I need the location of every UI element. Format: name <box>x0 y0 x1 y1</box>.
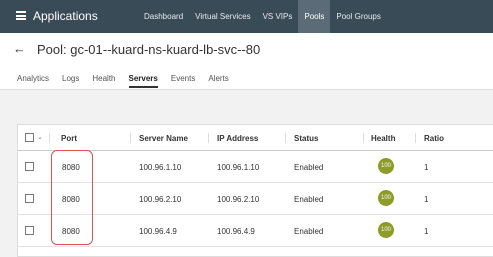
column-divider <box>49 133 50 143</box>
ip-address-cell: 100.96.1.10 <box>217 163 260 172</box>
app-title[interactable]: Applications <box>33 9 98 23</box>
tab-alerts[interactable]: Alerts <box>208 74 228 88</box>
ratio-cell: 1 <box>424 227 429 236</box>
tab-analytics[interactable]: Analytics <box>17 74 49 88</box>
status-cell: Enabled <box>294 163 324 172</box>
row-checkbox[interactable] <box>25 226 34 235</box>
back-arrow-icon[interactable]: ← <box>13 42 26 56</box>
ip-address-cell: 100.96.2.10 <box>217 195 260 204</box>
column-header-server-name[interactable]: Server Name <box>139 134 188 143</box>
hamburger-menu-icon[interactable] <box>16 11 26 20</box>
column-divider <box>363 133 364 143</box>
status-cell: Enabled <box>294 195 324 204</box>
tab-health[interactable]: Health <box>92 74 115 88</box>
ratio-cell: 1 <box>424 195 429 204</box>
nav-vs-vips[interactable]: VS VIPs <box>257 0 299 33</box>
chevron-down-icon[interactable]: ⌄ <box>37 133 43 141</box>
top-bar: Applications Dashboard Virtual Services … <box>0 0 493 33</box>
top-nav: Dashboard Virtual Services VS VIPs Pools… <box>138 0 387 33</box>
select-all-checkbox[interactable] <box>25 133 34 142</box>
column-divider <box>285 133 286 143</box>
ip-address-cell: 100.96.4.9 <box>217 227 255 236</box>
column-divider <box>208 133 209 143</box>
column-header-port[interactable]: Port <box>61 134 77 143</box>
row-checkbox[interactable] <box>25 194 34 203</box>
server-name-cell: 100.96.2.10 <box>139 195 182 204</box>
column-divider <box>130 133 131 143</box>
server-name-cell: 100.96.4.9 <box>139 227 177 236</box>
column-header-ip-address[interactable]: IP Address <box>217 134 258 143</box>
page-title: Pool: gc-01--kuard-ns-kuard-lb-svc--80 <box>37 42 261 57</box>
nav-pool-groups[interactable]: Pool Groups <box>330 0 386 33</box>
status-cell: Enabled <box>294 227 324 236</box>
row-checkbox[interactable] <box>25 162 34 171</box>
tab-events[interactable]: Events <box>171 74 195 88</box>
nav-dashboard[interactable]: Dashboard <box>138 0 189 33</box>
page-header: ← Pool: gc-01--kuard-ns-kuard-lb-svc--80… <box>0 33 493 90</box>
column-header-health[interactable]: Health <box>371 134 395 143</box>
tab-logs[interactable]: Logs <box>62 74 79 88</box>
health-badge: 100 <box>378 222 394 238</box>
health-badge: 100 <box>378 158 394 174</box>
table-header: ⌄ Port Server Name IP Address Status Hea… <box>18 125 493 151</box>
column-divider <box>415 133 416 143</box>
column-header-ratio[interactable]: Ratio <box>424 134 444 143</box>
tab-bar: Analytics Logs Health Servers Events Ale… <box>17 74 242 88</box>
health-badge: 100 <box>378 190 394 206</box>
nav-virtual-services[interactable]: Virtual Services <box>189 0 256 33</box>
port-highlight-annotation <box>51 150 93 245</box>
tab-servers[interactable]: Servers <box>128 74 158 88</box>
nav-pools[interactable]: Pools <box>298 0 331 33</box>
server-name-cell: 100.96.1.10 <box>139 163 182 172</box>
ratio-cell: 1 <box>424 163 429 172</box>
column-header-status[interactable]: Status <box>294 134 318 143</box>
